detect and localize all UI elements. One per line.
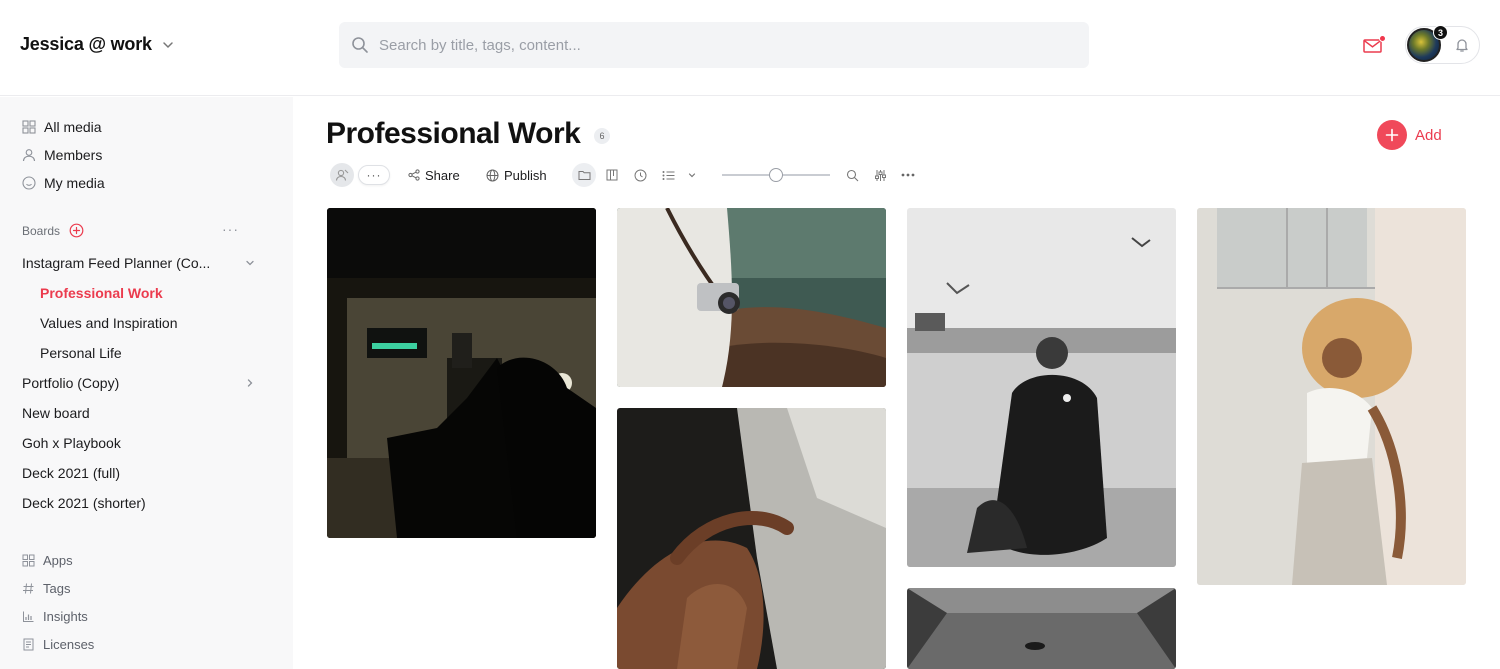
hash-icon xyxy=(23,583,34,594)
sidebar-item-label: Apps xyxy=(43,553,73,568)
boards-header: Boards xyxy=(22,223,84,238)
search-icon xyxy=(352,37,368,53)
publish-label: Publish xyxy=(504,167,547,183)
chart-icon xyxy=(23,611,34,622)
item-count-badge: 6 xyxy=(594,128,610,144)
folder-view-button[interactable] xyxy=(572,163,596,187)
boards-label: Boards xyxy=(22,223,61,238)
sidebar-item-members[interactable]: Members xyxy=(22,147,102,163)
board-view-button[interactable] xyxy=(600,163,624,187)
workspace-name: Jessica @ work xyxy=(20,34,152,54)
board-values-and-inspiration[interactable]: Values and Inspiration xyxy=(40,315,178,331)
media-tile-portrait-shadow[interactable] xyxy=(617,408,886,669)
photo-concrete-ceiling xyxy=(907,588,1176,669)
board-new-board[interactable]: New board xyxy=(22,405,90,421)
unread-dot xyxy=(1379,35,1386,42)
filter-button[interactable] xyxy=(868,163,892,187)
photo-beach-coat xyxy=(907,208,1176,567)
board-goh-x-playbook[interactable]: Goh x Playbook xyxy=(22,435,121,451)
media-tile-curly-hair[interactable] xyxy=(1197,208,1466,585)
board-professional-work[interactable]: Professional Work xyxy=(40,285,163,301)
board-deck-2021-shorter[interactable]: Deck 2021 (shorter) xyxy=(22,495,146,511)
share-button[interactable]: Share xyxy=(408,163,460,187)
board-members-button[interactable] xyxy=(330,163,354,187)
add-label: Add xyxy=(1415,126,1442,144)
sidebar-item-label: My media xyxy=(44,175,105,191)
board-instagram-feed-planner[interactable]: Instagram Feed Planner (Co... xyxy=(22,255,210,271)
bell-icon[interactable] xyxy=(1454,37,1470,53)
inbox-button[interactable] xyxy=(1362,34,1386,56)
timeline-view-button[interactable] xyxy=(628,163,652,187)
sidebar-item-label: All media xyxy=(44,119,102,135)
search-bar[interactable] xyxy=(339,22,1089,68)
media-tile-film-set[interactable] xyxy=(327,208,596,538)
globe-icon xyxy=(486,169,499,181)
media-tile-concrete-ceiling[interactable] xyxy=(907,588,1176,669)
photo-curly-hair xyxy=(1197,208,1466,585)
add-button[interactable]: Add xyxy=(1377,120,1442,150)
sidebar-item-tags[interactable]: Tags xyxy=(22,581,70,596)
board-toolbar: ··· Share Publish xyxy=(330,163,930,187)
license-icon xyxy=(23,638,34,651)
chevron-down-icon xyxy=(163,41,173,48)
slider-handle[interactable] xyxy=(769,168,783,182)
plus-icon xyxy=(1377,120,1407,150)
clock-icon xyxy=(634,169,646,181)
sidebar-item-label: Tags xyxy=(43,581,71,596)
photo-camera-sea xyxy=(617,208,886,387)
share-icon xyxy=(408,169,420,181)
sidebar: All media Members My media Boards ··· In… xyxy=(0,97,293,669)
board-personal-life[interactable]: Personal Life xyxy=(40,345,122,361)
sidebar-item-label: Insights xyxy=(43,609,88,624)
zoom-icon xyxy=(846,169,858,181)
apps-icon xyxy=(22,554,35,567)
media-tile-beach-coat[interactable] xyxy=(907,208,1176,567)
kanban-icon xyxy=(606,169,618,181)
thumbnail-size-slider[interactable] xyxy=(722,168,830,182)
sidebar-item-label: Members xyxy=(44,147,103,163)
publish-button[interactable]: Publish xyxy=(486,163,547,187)
boards-more-icon[interactable]: ··· xyxy=(222,221,239,237)
notification-count-badge: 3 xyxy=(1433,25,1448,40)
workspace-switcher[interactable]: Jessica @ work xyxy=(20,34,176,55)
board-deck-2021-full[interactable]: Deck 2021 (full) xyxy=(22,465,120,481)
person-icon xyxy=(22,149,36,162)
share-label: Share xyxy=(425,167,460,183)
search-input[interactable] xyxy=(379,36,1059,54)
chevron-down-icon[interactable] xyxy=(244,257,256,269)
photo-film-set xyxy=(327,208,596,538)
sidebar-item-label: Licenses xyxy=(43,637,95,652)
grid-icon xyxy=(22,120,36,134)
person-add-icon xyxy=(335,169,349,181)
sidebar-item-insights[interactable]: Insights xyxy=(22,609,88,624)
view-options-dropdown[interactable] xyxy=(682,163,702,187)
members-more-button[interactable]: ··· xyxy=(358,165,390,185)
folder-icon xyxy=(578,171,590,180)
chevron-down-icon xyxy=(688,173,696,178)
photo-portrait-shadow xyxy=(617,408,886,669)
board-portfolio-copy[interactable]: Portfolio (Copy) xyxy=(22,375,119,391)
list-icon xyxy=(662,170,674,180)
page-title: Professional Work xyxy=(326,117,581,150)
top-bar: Jessica @ work 3 xyxy=(0,0,1500,96)
sidebar-item-apps[interactable]: Apps xyxy=(22,553,73,568)
sidebar-item-licenses[interactable]: Licenses xyxy=(22,637,94,652)
zoom-button[interactable] xyxy=(840,163,864,187)
list-view-button[interactable] xyxy=(656,163,680,187)
sidebar-item-my-media[interactable]: My media xyxy=(22,175,105,191)
sidebar-item-all-media[interactable]: All media xyxy=(22,119,102,135)
more-options-icon[interactable] xyxy=(896,163,920,187)
media-tile-camera-sea[interactable] xyxy=(617,208,886,387)
add-board-icon[interactable] xyxy=(69,223,84,238)
smile-icon xyxy=(22,176,36,190)
sliders-icon xyxy=(874,169,886,181)
account-menu: 3 xyxy=(1405,25,1480,64)
chevron-right-icon[interactable] xyxy=(244,377,256,389)
